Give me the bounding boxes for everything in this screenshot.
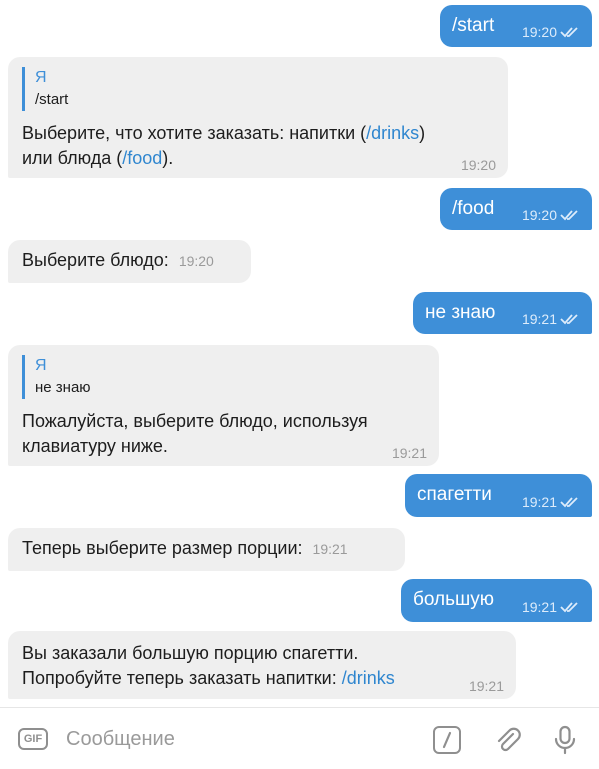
message-text: спагетти bbox=[417, 484, 492, 505]
reply-text: не знаю bbox=[35, 379, 91, 396]
paperclip-icon[interactable] bbox=[493, 725, 523, 755]
message-meta: 19:21 bbox=[522, 311, 580, 327]
double-check-icon bbox=[560, 497, 578, 508]
slash-command-icon[interactable] bbox=[432, 725, 462, 755]
message-text: /start bbox=[452, 15, 495, 36]
message-time: 19:21 bbox=[521, 599, 557, 615]
message-text: Пожалуйста, выберите блюдо, используя кл… bbox=[22, 409, 425, 459]
message-text: Вы заказали большую порцию спагетти. Поп… bbox=[22, 641, 502, 691]
outgoing-message[interactable]: /food 19:20 bbox=[440, 188, 592, 230]
text-line: клавиатуру ниже. bbox=[22, 436, 168, 456]
incoming-message[interactable]: Я /start Выберите, что хотите заказать: … bbox=[8, 57, 508, 178]
text-segment: ). bbox=[162, 148, 174, 168]
message-time: 19:20 bbox=[178, 253, 214, 269]
message-input[interactable] bbox=[66, 724, 366, 754]
incoming-message[interactable]: Я не знаю Пожалуйста, выберите блюдо, ис… bbox=[8, 345, 439, 466]
reply-text: /start bbox=[35, 91, 69, 108]
message-composer: GIF bbox=[0, 707, 599, 769]
outgoing-message[interactable]: спагетти 19:21 bbox=[405, 474, 592, 517]
message-text: не знаю bbox=[425, 302, 496, 323]
text-segment: или блюда ( bbox=[22, 148, 123, 168]
reply-quote[interactable]: Я /start bbox=[22, 67, 494, 111]
message-meta: 19:21 bbox=[522, 599, 580, 615]
message-time: 19:20 bbox=[460, 157, 496, 173]
reply-quote[interactable]: Я не знаю bbox=[22, 355, 425, 399]
text-segment: Выберите, что хотите заказать: напитки ( bbox=[22, 123, 367, 143]
command-link-drinks[interactable]: /drinks bbox=[366, 123, 419, 143]
message-text: Выберите блюдо: bbox=[22, 250, 169, 270]
gif-icon[interactable]: GIF bbox=[18, 728, 48, 750]
double-check-icon bbox=[560, 314, 578, 325]
message-text: большую bbox=[413, 589, 495, 610]
message-time: 19:21 bbox=[521, 311, 557, 327]
message-meta: 19:20 bbox=[522, 24, 580, 40]
incoming-message[interactable]: Вы заказали большую порцию спагетти. Поп… bbox=[8, 631, 516, 699]
message-time: 19:20 bbox=[521, 207, 557, 223]
incoming-message[interactable]: Теперь выберите размер порции: 19:21 bbox=[8, 528, 405, 571]
reply-author: Я bbox=[35, 69, 47, 86]
message-text: /food bbox=[452, 198, 495, 219]
message-meta: 19:20 bbox=[522, 207, 580, 223]
outgoing-message[interactable]: /start 19:20 bbox=[440, 5, 592, 47]
command-link-drinks[interactable]: /drinks bbox=[342, 668, 395, 688]
outgoing-message[interactable]: не знаю 19:21 bbox=[413, 292, 592, 334]
message-time: 19:21 bbox=[312, 541, 348, 557]
text-line: Попробуйте теперь заказать напитки: bbox=[22, 668, 342, 688]
incoming-message[interactable]: Выберите блюдо: 19:20 bbox=[8, 240, 251, 283]
text-line: Пожалуйста, выберите блюдо, используя bbox=[22, 411, 368, 431]
message-time: 19:21 bbox=[391, 445, 427, 461]
message-time: 19:21 bbox=[468, 678, 504, 694]
message-meta: 19:21 bbox=[522, 494, 580, 510]
text-segment: ) bbox=[419, 123, 426, 143]
outgoing-message[interactable]: большую 19:21 bbox=[401, 579, 592, 622]
double-check-icon bbox=[560, 210, 578, 221]
double-check-icon bbox=[560, 602, 578, 613]
message-text: Выберите, что хотите заказать: напитки (… bbox=[22, 121, 494, 171]
message-time: 19:21 bbox=[521, 494, 557, 510]
microphone-icon[interactable] bbox=[550, 725, 580, 755]
command-link-food[interactable]: /food bbox=[122, 148, 162, 168]
double-check-icon bbox=[560, 27, 578, 38]
message-text: Теперь выберите размер порции: bbox=[22, 538, 303, 558]
reply-author: Я bbox=[35, 357, 47, 374]
text-line: Вы заказали большую порцию спагетти. bbox=[22, 643, 359, 663]
message-time: 19:20 bbox=[521, 24, 557, 40]
